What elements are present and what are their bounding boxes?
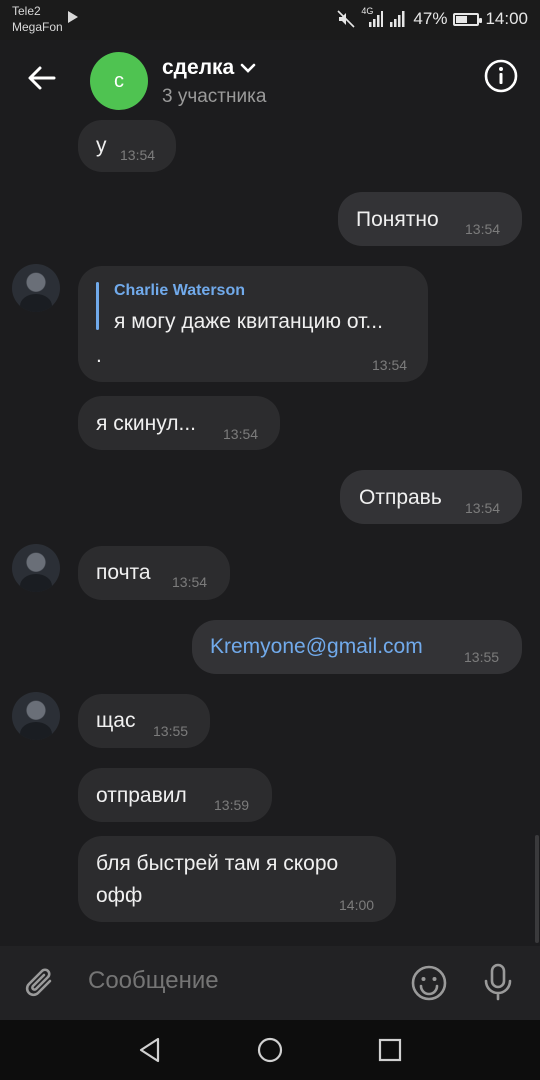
sender-avatar[interactable]	[12, 544, 60, 592]
nav-home-icon[interactable]	[256, 1036, 284, 1064]
message-bubble[interactable]: Kremyone@gmail.com 13:55	[192, 620, 522, 674]
message-time: 13:54	[465, 221, 501, 237]
message-time: 13:54	[223, 426, 259, 442]
carrier-1: Tele2	[12, 4, 41, 18]
message-time: 13:55	[464, 649, 500, 665]
chevron-down-icon	[240, 63, 256, 73]
emoji-icon[interactable]	[410, 964, 448, 1002]
scrollbar[interactable]	[535, 835, 539, 943]
message-bubble[interactable]: щас 13:55	[78, 694, 210, 748]
message-email-link[interactable]: Kremyone@gmail.com	[210, 635, 423, 659]
message-bubble[interactable]: Отправь 13:54	[340, 470, 522, 524]
reply-author[interactable]: Charlie Waterson	[114, 282, 245, 300]
battery-icon	[453, 12, 483, 26]
message-bubble[interactable]: отправил 13:59	[78, 768, 272, 822]
chat-avatar[interactable]: с	[90, 52, 148, 110]
carrier-2: MegaFon	[12, 20, 63, 34]
message-text: почта	[96, 561, 151, 584]
battery-level	[456, 15, 467, 23]
message-time: 14:00	[339, 897, 375, 913]
media-play-icon	[68, 11, 78, 23]
message-text: у	[96, 134, 107, 157]
signal-icon	[389, 10, 407, 28]
message-time: 13:54	[120, 147, 156, 163]
nav-back-icon[interactable]	[136, 1036, 164, 1064]
message-bubble[interactable]: бля быстрей там я скоро офф 14:00	[78, 836, 396, 922]
network-label: 4G	[361, 6, 374, 16]
message-bubble[interactable]: у 13:54	[78, 120, 176, 172]
chat-avatar-letter: с	[114, 69, 124, 92]
paperclip-icon[interactable]	[22, 964, 60, 1002]
signal-4g-icon: 4G	[361, 6, 384, 28]
message-time: 13:54	[465, 500, 501, 516]
message-composer	[0, 946, 540, 1020]
message-bubble[interactable]: я скинул... 13:54	[78, 396, 280, 450]
message-text: бля быстрей там я скоро	[96, 852, 339, 875]
mute-icon	[337, 10, 355, 28]
message-time: 13:55	[153, 723, 189, 739]
message-text-line2: .	[96, 344, 102, 367]
back-arrow-icon[interactable]	[24, 60, 60, 96]
info-icon[interactable]	[484, 59, 518, 93]
message-text: я могу даже квитанцию от...	[114, 310, 383, 333]
chat-title[interactable]: сделка	[162, 56, 256, 80]
nav-recents-icon[interactable]	[376, 1036, 404, 1064]
message-time: 13:54	[372, 357, 408, 373]
message-input[interactable]	[86, 966, 390, 996]
battery-percent: 47%	[413, 9, 448, 28]
message-bubble[interactable]: Charlie Waterson я могу даже квитанцию о…	[78, 266, 428, 382]
microphone-icon[interactable]	[480, 962, 516, 1002]
message-text: Понятно	[356, 208, 439, 231]
status-bar: Tele2 MegaFon 4G 47% 14:00	[0, 0, 540, 40]
message-text: Отправь	[359, 486, 442, 509]
chat-header: с сделка 3 участника	[0, 40, 540, 118]
system-nav-bar	[0, 1020, 540, 1080]
message-bubble[interactable]: почта 13:54	[78, 546, 230, 600]
message-text: щас	[96, 709, 136, 732]
message-text: отправил	[96, 784, 187, 807]
chat-subtitle: 3 участника	[162, 86, 267, 107]
sender-avatar[interactable]	[12, 264, 60, 312]
chat-title-text: сделка	[162, 56, 235, 79]
sender-avatar[interactable]	[12, 692, 60, 740]
message-bubble[interactable]: Понятно 13:54	[338, 192, 522, 246]
message-text-line2: офф	[96, 884, 143, 907]
status-clock: 14:00	[485, 9, 528, 28]
message-time: 13:59	[214, 797, 250, 813]
status-icons: 4G 47% 14:00	[337, 6, 528, 29]
reply-quote-bar	[96, 282, 99, 330]
message-time: 13:54	[172, 574, 208, 590]
message-text: я скинул...	[96, 412, 197, 435]
